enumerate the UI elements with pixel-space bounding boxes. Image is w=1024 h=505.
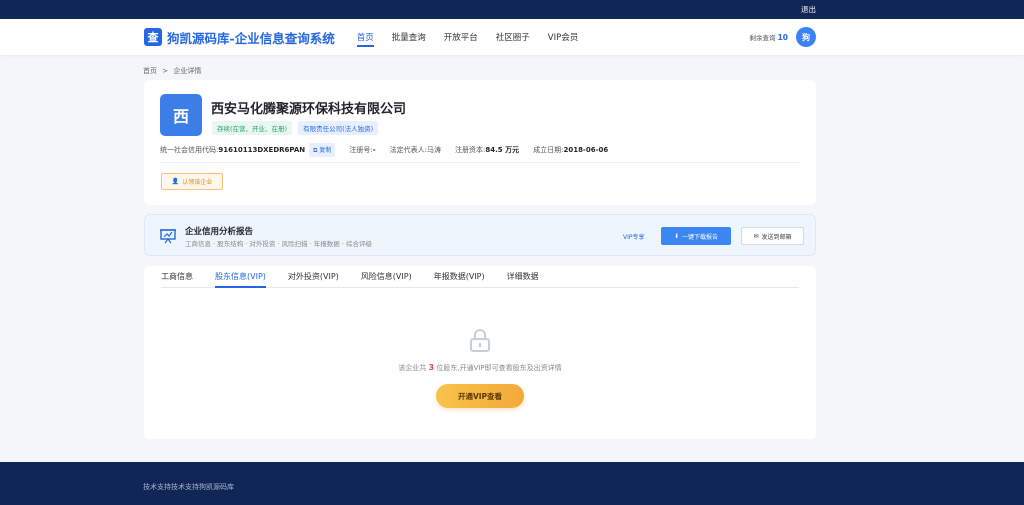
nav-batch-query[interactable]: 批量查询 xyxy=(392,19,426,55)
capital-field: 注册资本:84.5 万元 xyxy=(455,145,519,155)
legal-rep-value: 马涛 xyxy=(427,146,442,154)
header: 查 狗凯源码库-企业信息查询系统 首页 批量查询 开放平台 社区圈子 VIP会员… xyxy=(0,19,1024,55)
nav-vip[interactable]: VIP会员 xyxy=(548,19,578,55)
locked-message: 该企业共 3 位股东,开通VIP即可查看股东及出资详情 xyxy=(144,363,816,373)
breadcrumb-home[interactable]: 首页 xyxy=(143,67,157,75)
download-label: 一键下载报告 xyxy=(682,233,719,241)
report-subtitle: 工商信息 · 股东结构 · 对外投资 · 风险扫描 · 年报数据 · 综合评级 xyxy=(185,240,372,248)
detail-tabs-card: 工商信息 股东信息(VIP) 对外投资(VIP) 风险信息(VIP) 年报数据(… xyxy=(144,266,816,439)
status-badge: 存续(在营、开业、在册) xyxy=(212,121,293,135)
copy-icon: ⧉ xyxy=(313,147,318,154)
quota-display: 剩余查询 10 xyxy=(749,32,788,42)
company-type-badge: 有限责任公司(法人独资) xyxy=(298,121,379,135)
founded-value: 2018-06-06 xyxy=(563,146,609,154)
credit-code-value: 91610113DXEDR6PAN xyxy=(218,146,306,154)
mail-icon: ✉ xyxy=(753,232,759,240)
send-email-button[interactable]: ✉ 发送到邮箱 xyxy=(741,227,804,245)
tab-detailed-data[interactable]: 详细数据 xyxy=(507,266,539,287)
reg-no-field: 注册号:- xyxy=(349,145,375,155)
shareholder-count: 3 xyxy=(428,363,435,372)
legal-rep-field: 法定代表人:马涛 xyxy=(390,145,441,155)
credit-code-label: 统一社会信用代码: xyxy=(160,146,219,154)
download-report-button[interactable]: ⬇ 一键下载报告 xyxy=(661,227,731,245)
report-card: 企业信用分析报告 工商信息 · 股东结构 · 对外投资 · 风险扫描 · 年报数… xyxy=(144,214,816,256)
tab-shareholders[interactable]: 股东信息(VIP) xyxy=(215,266,266,288)
email-label: 发送到邮箱 xyxy=(761,233,792,241)
footer-text: 技术支持技术支持狗凯源码库 xyxy=(143,483,234,491)
top-bar: 退出 xyxy=(0,0,1024,19)
locked-suffix: 位股东,开通VIP即可查看股东及出资详情 xyxy=(436,364,562,372)
quota-value: 10 xyxy=(777,33,788,42)
capital-label: 注册资本: xyxy=(455,146,486,154)
company-info-row: 统一社会信用代码: 91610113DXEDR6PAN ⧉ 复制 注册号:- 法… xyxy=(160,143,622,157)
claim-company-button[interactable]: 👤 认领该企业 xyxy=(161,173,223,190)
copy-button[interactable]: ⧉ 复制 xyxy=(309,143,336,157)
vip-exclusive-badge: VIP专享 xyxy=(623,234,645,241)
breadcrumb: 首页 > 企业详情 xyxy=(143,66,201,76)
report-title: 企业信用分析报告 xyxy=(185,227,254,237)
founded-field: 成立日期:2018-06-06 xyxy=(533,145,608,155)
copy-label: 复制 xyxy=(319,147,332,154)
claim-label: 认领该企业 xyxy=(182,179,213,186)
nav-community[interactable]: 社区圈子 xyxy=(496,19,530,55)
download-icon: ⬇ xyxy=(673,232,679,240)
user-icon: 👤 xyxy=(171,178,180,185)
tab-bar: 工商信息 股东信息(VIP) 对外投资(VIP) 风险信息(VIP) 年报数据(… xyxy=(161,266,799,288)
presentation-chart-icon xyxy=(160,229,176,244)
tab-risk-info[interactable]: 风险信息(VIP) xyxy=(361,266,412,287)
nav-home[interactable]: 首页 xyxy=(356,19,374,55)
footer: 技术支持技术支持狗凯源码库 xyxy=(0,462,1024,505)
nav-open-platform[interactable]: 开放平台 xyxy=(444,19,478,55)
quota-label: 剩余查询 xyxy=(749,34,776,42)
divider xyxy=(160,162,800,163)
locked-prefix: 该企业共 xyxy=(398,364,427,372)
founded-label: 成立日期: xyxy=(533,146,564,154)
breadcrumb-separator: > xyxy=(162,67,169,75)
main-nav: 首页 批量查询 开放平台 社区圈子 VIP会员 xyxy=(356,19,578,55)
tab-investments[interactable]: 对外投资(VIP) xyxy=(288,266,339,287)
reg-no-value: - xyxy=(372,146,376,154)
reg-no-label: 注册号: xyxy=(349,146,373,154)
logo-icon[interactable]: 查 xyxy=(144,28,162,46)
tab-annual-reports[interactable]: 年报数据(VIP) xyxy=(434,266,485,287)
avatar[interactable]: 狗 xyxy=(796,27,816,47)
breadcrumb-current: 企业详情 xyxy=(173,67,202,75)
tab-business-info[interactable]: 工商信息 xyxy=(161,266,193,287)
company-logo: 西 xyxy=(160,94,202,136)
company-card: 西 西安马化腾聚源环保科技有限公司 存续(在营、开业、在册) 有限责任公司(法人… xyxy=(144,80,816,205)
header-right: 剩余查询 10 狗 xyxy=(749,19,816,55)
brand-title[interactable]: 狗凯源码库-企业信息查询系统 xyxy=(167,28,335,47)
capital-value: 84.5 万元 xyxy=(485,146,520,154)
open-vip-button[interactable]: 开通VIP查看 xyxy=(436,384,524,408)
company-tags: 存续(在营、开业、在册) 有限责任公司(法人独资) xyxy=(212,121,379,135)
legal-rep-label: 法定代表人: xyxy=(389,146,428,154)
lock-icon xyxy=(470,329,490,352)
logout-link[interactable]: 退出 xyxy=(801,4,816,15)
company-name: 西安马化腾聚源环保科技有限公司 xyxy=(211,102,407,117)
